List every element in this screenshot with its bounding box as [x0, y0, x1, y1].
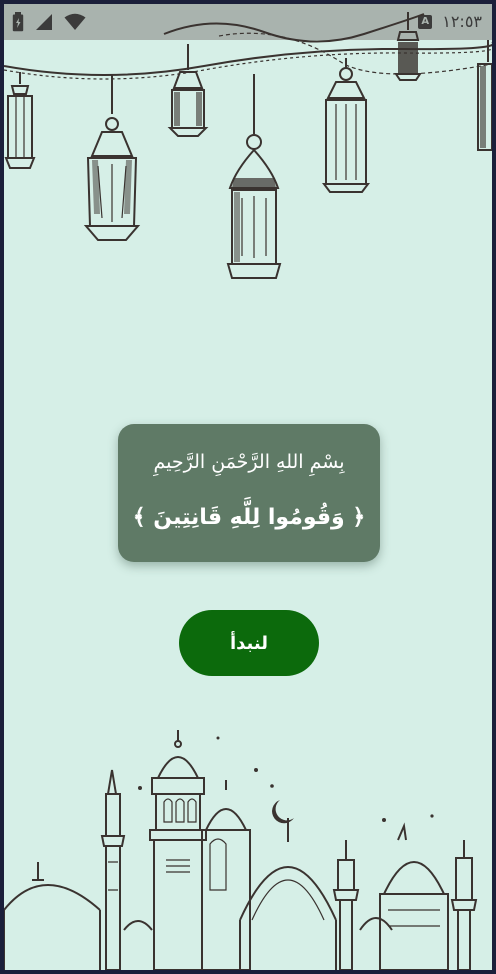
lantern-icon [167, 44, 209, 137]
basmala-text: بِسْمِ اللهِ الرَّحْمَنِ الرَّحِيمِ [153, 451, 345, 473]
lantern-icon [4, 72, 36, 169]
lantern-icon [83, 74, 141, 241]
lantern-icon [322, 58, 370, 193]
mosque-illustration [4, 730, 478, 970]
lanterns-illustration [4, 12, 492, 279]
app-screen: A ١٢:٥٣ بِسْمِ اللهِ الرَّحْمَنِ الرَّحِ… [4, 4, 492, 970]
start-button[interactable]: لنبدأ [179, 610, 319, 676]
verse-text: ﴿ وَقُومُوا لِلَّهِ قَانِتِينَ ﴾ [132, 505, 366, 530]
verse-card: بِسْمِ اللهِ الرَّحْمَنِ الرَّحِيمِ ﴿ وَ… [118, 424, 380, 562]
lantern-icon [226, 74, 282, 279]
lantern-icon [477, 40, 492, 151]
